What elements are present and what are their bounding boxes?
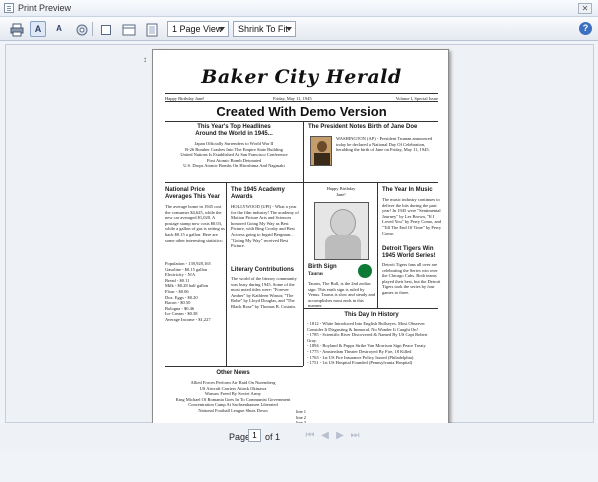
page-count-label: of 1: [265, 432, 281, 442]
page-label: Page: [229, 432, 251, 442]
font-letter: A: [34, 24, 42, 34]
divider: [165, 121, 438, 122]
literary-heading: Literary Contributions: [231, 267, 295, 273]
baby-photo: [314, 202, 369, 260]
music-heading: The Year In Music: [382, 187, 433, 193]
birth-sign-name: Taurus: [308, 272, 324, 277]
headline: Created With Demo Version: [216, 104, 387, 119]
page-setup-icon: [101, 25, 111, 35]
margin-handle-icon[interactable]: ↕: [143, 55, 147, 64]
photo-caption: Happy Birthday Jane!: [326, 186, 356, 197]
academy-body: HOLLYWOOD (UPI) - What a year for the fi…: [231, 204, 299, 249]
fit-page-button[interactable]: [143, 21, 159, 37]
zoom-button[interactable]: [73, 21, 89, 37]
tigers-body: Detroit Tigers fans all over are celebra…: [382, 262, 441, 295]
divider: [303, 183, 304, 366]
dateline-left: Happy Birthday Jane!: [165, 96, 205, 101]
font-letter: A: [56, 24, 62, 33]
title-bar: Print Preview ✕: [0, 0, 598, 17]
birth-sign-heading: Birth Sign: [308, 264, 337, 270]
shrink-select[interactable]: Shrink To Fit: [233, 21, 296, 37]
page-view-value: 1 Page View: [172, 24, 223, 34]
divider: [165, 366, 303, 367]
chevron-down-icon: [219, 27, 225, 31]
price-body: The average home in 1945 cost the consum…: [165, 204, 225, 243]
literary-body: The world of the literary community was …: [231, 276, 297, 309]
zoom-icon: [76, 24, 88, 36]
president-body: WASHINGTON (AP) - President Truman annou…: [336, 136, 433, 153]
president-heading: The President Notes Birth of Jane Doe: [308, 124, 418, 130]
divider: [165, 182, 438, 183]
window-title: Print Preview: [18, 3, 72, 13]
chevron-down-icon: [286, 27, 292, 31]
pager-bar: Page 1 of 1 ⏮ ◀ ▶ ⏭: [0, 423, 598, 451]
header-footer-icon: [122, 24, 136, 36]
divider: [226, 183, 227, 366]
tigers-heading: Detroit Tigers Win 1945 World Series!: [382, 246, 436, 259]
academy-heading: The 1945 Academy Awards: [231, 187, 285, 200]
last-page-icon[interactable]: ⏭: [350, 431, 360, 441]
toolbar: A A 1 Page View Shrink To Fit ?: [0, 17, 598, 41]
taurus-icon: [358, 264, 372, 278]
president-photo: [310, 136, 332, 166]
print-button[interactable]: [8, 21, 24, 37]
shrink-value: Shrink To Fit: [238, 24, 288, 34]
help-button[interactable]: ?: [579, 22, 592, 35]
print-preview-icon: [4, 3, 14, 13]
price-list: Population - 139,928,165 Gasoline - $0.1…: [165, 261, 211, 322]
next-page-icon[interactable]: ▶: [335, 431, 345, 441]
print-icon: [10, 23, 24, 37]
music-body: The music industry continues to deliver …: [382, 197, 442, 236]
divider: [377, 183, 378, 308]
font-smaller-button[interactable]: A: [51, 21, 67, 37]
masthead: Baker City Herald: [201, 66, 402, 88]
page-setup-button[interactable]: [97, 21, 113, 37]
page-number-input[interactable]: 1: [248, 429, 261, 442]
history-body: - 1812 - White Introduced Into English B…: [307, 321, 428, 366]
header-footer-button[interactable]: [120, 21, 136, 37]
other-news-heading: Other News: [216, 370, 250, 376]
window-footer: [0, 451, 598, 482]
history-heading: This Day In History: [344, 312, 399, 318]
first-page-icon[interactable]: ⏮: [305, 431, 315, 441]
headlines-heading: This Year's Top Headlines Around the Wor…: [195, 124, 273, 137]
fit-icon: [146, 23, 158, 37]
close-button[interactable]: ✕: [578, 3, 592, 14]
toolbar-separator: [92, 22, 93, 36]
price-heading: National Price Averages This Year: [165, 187, 221, 200]
divider: [303, 308, 438, 309]
birth-sign-body: Taurus, The Bull, is the 2nd zodiac sign…: [308, 281, 375, 309]
previous-page-icon[interactable]: ◀: [320, 431, 330, 441]
headlines-body: Japan Officially Surrenders to World War…: [180, 141, 288, 169]
font-bigger-button[interactable]: A: [30, 21, 46, 37]
page-view-select[interactable]: 1 Page View: [167, 21, 229, 37]
dateline-center: Friday, May 11, 1945: [273, 96, 312, 101]
dateline-right: Volume I, Special Issue: [395, 96, 438, 101]
divider: [303, 122, 304, 182]
preview-page: Baker City Herald Happy Birthday Jane! F…: [152, 49, 449, 431]
dateline: Happy Birthday Jane! Friday, May 11, 194…: [165, 93, 438, 102]
